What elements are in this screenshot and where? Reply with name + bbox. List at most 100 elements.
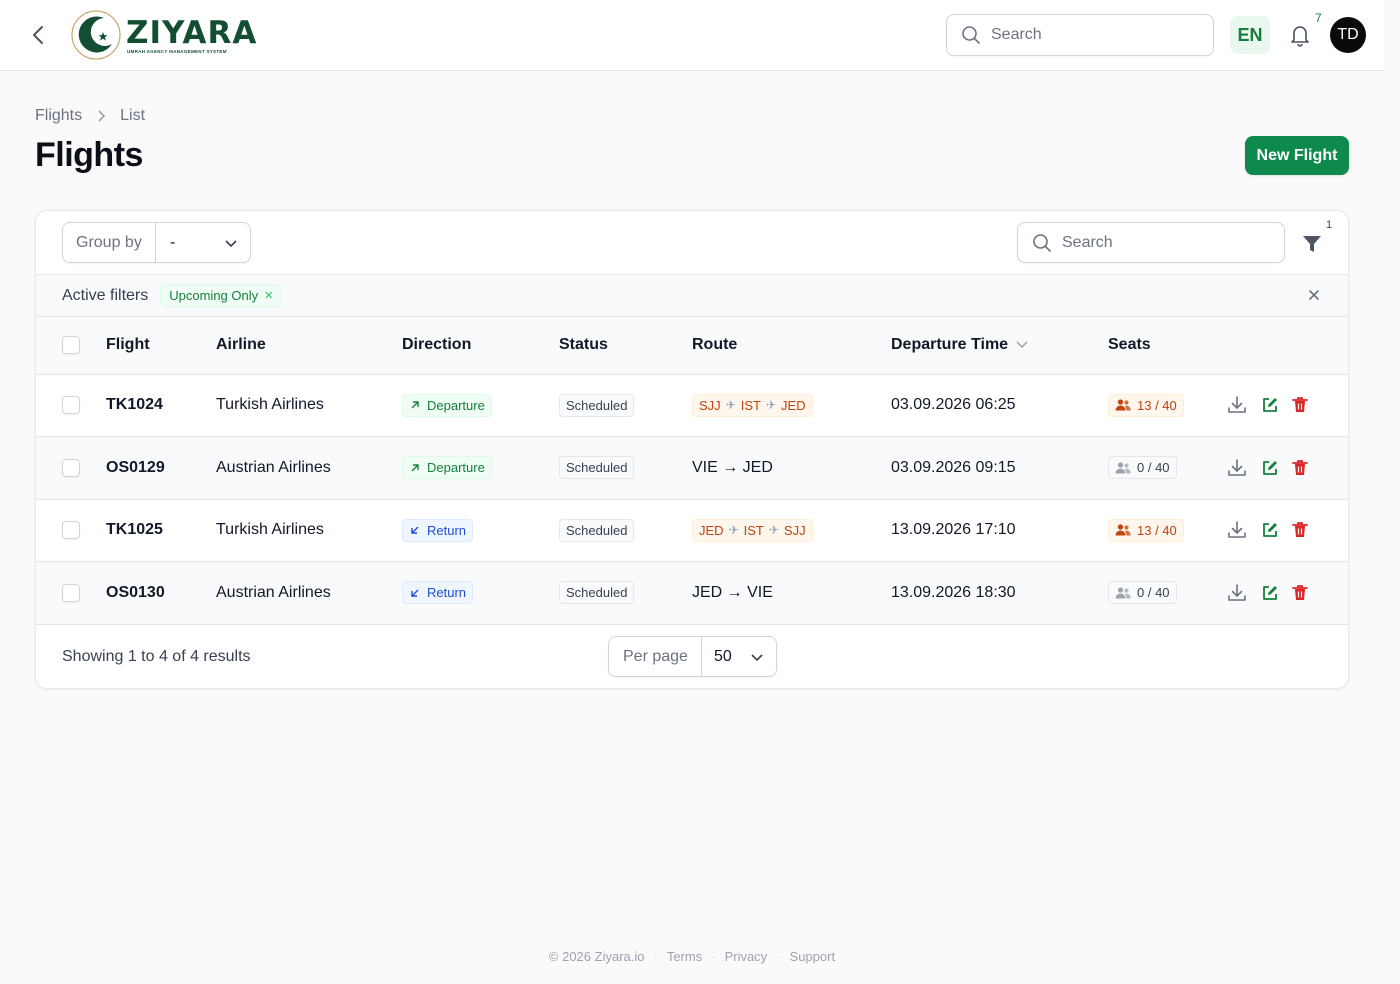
seats-badge: 13 / 40 (1108, 518, 1184, 542)
column-route[interactable]: Route (692, 317, 891, 375)
language-switch[interactable]: EN (1230, 16, 1270, 54)
group-by-label: Group by (63, 223, 156, 262)
departure-time: 03.09.2026 06:25 (891, 396, 1016, 414)
delete-icon[interactable] (1292, 396, 1308, 414)
column-actions (1226, 317, 1348, 375)
flights-table: Flight Airline Direction Status Route De… (36, 317, 1348, 625)
column-airline[interactable]: Airline (216, 317, 402, 375)
sort-chevron-down-icon[interactable] (1016, 341, 1028, 349)
direction-badge: Departure (402, 393, 492, 417)
active-filters-bar: Active filters Upcoming Only ✕ (36, 275, 1348, 317)
active-filters-label: Active filters (62, 286, 149, 304)
filter-chip-label: Upcoming Only (169, 288, 259, 303)
per-page-select[interactable]: 50 (702, 637, 776, 676)
table-header-row: Flight Airline Direction Status Route De… (36, 317, 1348, 375)
seats-value: 13 / 40 (1137, 522, 1177, 538)
flight-code[interactable]: OS0130 (106, 584, 165, 601)
table-row[interactable]: TK1024 Turkish Airlines Departure Schedu… (36, 374, 1348, 437)
row-checkbox[interactable] (62, 396, 80, 415)
airline-name: Austrian Airlines (216, 583, 331, 601)
plane-icon: ✈ (765, 398, 777, 413)
row-checkbox[interactable] (62, 521, 80, 540)
route-text: JED → VIE (692, 583, 773, 601)
global-search[interactable] (946, 14, 1214, 56)
column-departure-time[interactable]: Departure Time (891, 317, 1108, 375)
per-page-control[interactable]: Per page 50 (608, 636, 777, 677)
route-airport: IST (740, 397, 761, 413)
table-row[interactable]: OS0130 Austrian Airlines Return Schedule… (36, 561, 1348, 624)
clear-filters-icon[interactable] (1308, 289, 1320, 301)
route-badge: SJJ ✈ IST ✈ JED (692, 393, 813, 417)
arrow-up-right-icon (411, 401, 419, 409)
flight-code[interactable]: TK1024 (106, 396, 163, 413)
seats-value: 13 / 40 (1137, 397, 1177, 413)
column-direction[interactable]: Direction (402, 317, 559, 375)
flight-code[interactable]: OS0129 (106, 459, 165, 476)
route-badge: JED ✈ IST ✈ SJJ (692, 518, 813, 542)
table-search[interactable] (1017, 222, 1285, 263)
edit-icon[interactable] (1261, 396, 1279, 414)
column-seats[interactable]: Seats (1108, 317, 1226, 375)
route-airport: IST (743, 522, 764, 538)
logo-wordmark: ZIYARA (126, 14, 258, 51)
site-footer: © 2026 Ziyara.io · Terms · Privacy · Sup… (548, 949, 836, 964)
logo[interactable]: ZIYARA UMRAH AGENCY MANAGEMENT SYSTEM (70, 9, 257, 61)
edit-icon[interactable] (1261, 521, 1279, 539)
top-bar: ZIYARA UMRAH AGENCY MANAGEMENT SYSTEM EN… (0, 0, 1384, 71)
column-status[interactable]: Status (559, 317, 692, 375)
avatar[interactable]: TD (1330, 17, 1366, 53)
back-arrow-icon[interactable] (26, 22, 50, 48)
arrow-up-right-icon (411, 464, 419, 472)
row-checkbox[interactable] (62, 458, 80, 477)
users-icon (1115, 524, 1131, 536)
filter-icon[interactable] (1301, 233, 1323, 255)
delete-icon[interactable] (1292, 521, 1308, 539)
plane-icon: ✈ (768, 523, 779, 538)
route-airport: SJJ (783, 522, 806, 538)
airline-name: Turkish Airlines (216, 396, 324, 414)
global-search-input[interactable] (991, 26, 1191, 44)
filter-count-badge: 1 (1326, 219, 1333, 231)
edit-icon[interactable] (1261, 584, 1279, 602)
table-row[interactable]: OS0129 Austrian Airlines Departure Sched… (36, 436, 1348, 499)
users-icon (1115, 399, 1131, 411)
status-badge: Scheduled (559, 518, 635, 542)
remove-filter-icon[interactable]: ✕ (264, 289, 273, 302)
breadcrumb-flights[interactable]: Flights (35, 107, 82, 125)
new-flight-button[interactable]: New Flight (1245, 136, 1349, 175)
departure-time: 13.09.2026 18:30 (891, 583, 1016, 601)
arrow-down-left-icon (411, 589, 419, 597)
column-flight[interactable]: Flight (106, 317, 216, 375)
status-badge: Scheduled (559, 581, 635, 605)
download-icon[interactable] (1226, 457, 1248, 479)
bell-icon[interactable] (1288, 22, 1312, 48)
notification-count: 7 (1315, 11, 1322, 25)
plane-icon: ✈ (728, 523, 739, 538)
seats-badge: 0 / 40 (1108, 456, 1177, 479)
filter-chip-upcoming: Upcoming Only ✕ (160, 284, 283, 307)
plane-icon: ✈ (725, 398, 736, 413)
row-checkbox[interactable] (62, 583, 80, 602)
direction-label: Departure (427, 460, 485, 476)
group-by-select[interactable]: - (156, 223, 250, 262)
flight-code[interactable]: TK1025 (106, 521, 163, 538)
footer-link-privacy[interactable]: Privacy (725, 949, 768, 964)
table-row[interactable]: TK1025 Turkish Airlines Return Scheduled… (36, 499, 1348, 562)
delete-icon[interactable] (1292, 584, 1308, 602)
seats-badge: 13 / 40 (1108, 393, 1184, 417)
select-all-checkbox[interactable] (62, 336, 80, 355)
delete-icon[interactable] (1292, 459, 1308, 477)
footer-link-support[interactable]: Support (790, 949, 836, 964)
departure-time: 13.09.2026 17:10 (891, 521, 1016, 539)
route-text: VIE → JED (692, 458, 773, 476)
chevron-down-icon (225, 239, 237, 247)
edit-icon[interactable] (1261, 459, 1279, 477)
download-icon[interactable] (1226, 394, 1248, 416)
table-search-input[interactable] (1062, 233, 1262, 252)
footer-link-terms[interactable]: Terms (667, 949, 702, 964)
page-title: Flights (35, 136, 143, 174)
group-by-control[interactable]: Group by - (62, 222, 251, 263)
download-icon[interactable] (1226, 519, 1248, 541)
download-icon[interactable] (1226, 582, 1248, 604)
direction-label: Return (427, 585, 467, 601)
